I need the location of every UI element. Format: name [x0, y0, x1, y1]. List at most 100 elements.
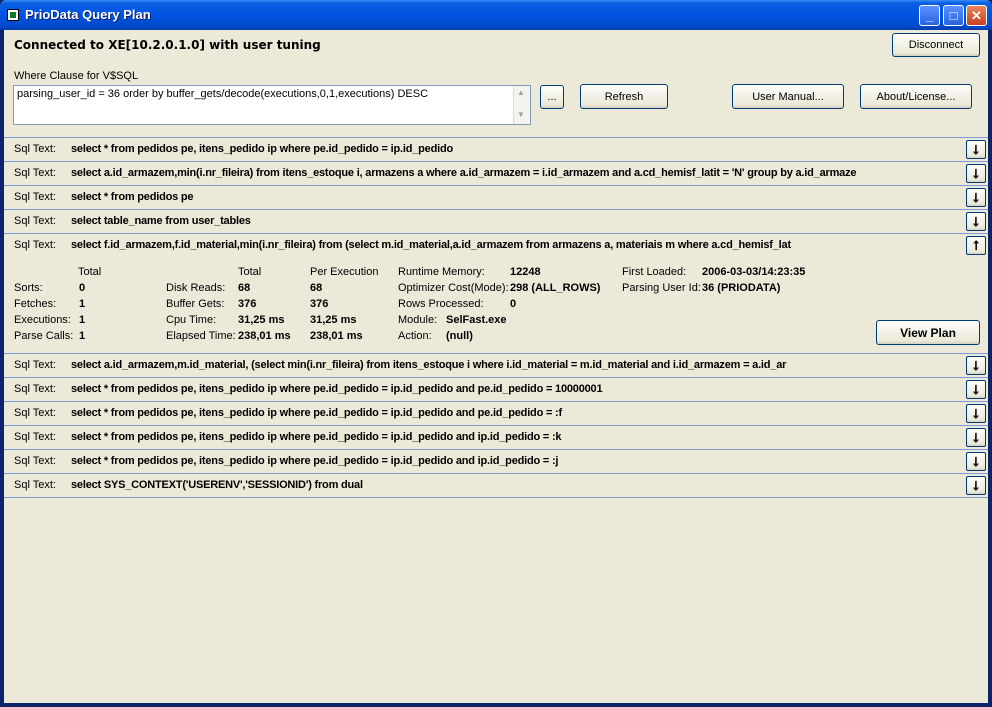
rows-processed-value: 0 [510, 298, 517, 310]
arrow-down-icon: ⭣ [972, 213, 980, 229]
sql-row[interactable]: Sql Text: select * from pedidos pe ⭣ [4, 186, 988, 210]
elapsed-time-total: 238,01 ms [238, 330, 291, 342]
arrow-down-icon: ⭣ [972, 141, 980, 157]
fetches-label: Fetches: [14, 298, 57, 310]
runtime-memory-value: 12248 [510, 266, 541, 278]
sql-text-label: Sql Text: [14, 479, 56, 491]
sql-row[interactable]: Sql Text: select table_name from user_tab… [4, 210, 988, 234]
sql-text: select a.id_armazem,min(i.nr_fileira) fr… [71, 167, 857, 179]
where-clause-input[interactable]: parsing_user_id = 36 order by buffer_get… [13, 85, 531, 125]
sql-row[interactable]: Sql Text: select * from pedidos pe, itens… [4, 450, 988, 474]
expand-button[interactable]: ⭣ [966, 140, 986, 159]
col-header-per-exec: Per Execution [310, 266, 379, 278]
where-scrollbar[interactable]: ▲ ▼ [513, 86, 530, 124]
module-label: Module: [398, 314, 438, 326]
app-icon[interactable] [7, 9, 19, 21]
sql-text-label: Sql Text: [14, 431, 56, 443]
arrow-down-icon: ⭣ [972, 453, 980, 469]
expand-button[interactable]: ⭣ [966, 380, 986, 399]
expand-button[interactable]: ⭣ [966, 356, 986, 375]
sql-row[interactable]: Sql Text: select a.id_armazem,min(i.nr_fi… [4, 162, 988, 186]
cpu-time-per-exec: 31,25 ms [310, 314, 357, 326]
rows-processed-label: Rows Processed: [398, 298, 484, 310]
expand-button[interactable]: ⭣ [966, 188, 986, 207]
scroll-down-icon[interactable]: ▼ [517, 110, 525, 119]
sql-text-label: Sql Text: [14, 143, 56, 155]
sql-text: select * from pedidos pe, itens_pedido i… [71, 383, 603, 395]
title-bar[interactable]: PrioData Query Plan _ □ ✕ [0, 0, 992, 30]
action-value: (null) [446, 330, 473, 342]
parse-calls-label: Parse Calls: [14, 330, 74, 342]
elapsed-time-label: Elapsed Time: [166, 330, 236, 342]
sql-text: select * from pedidos pe, itens_pedido i… [71, 431, 562, 443]
minimize-button[interactable]: _ [919, 5, 940, 26]
sql-text-label: Sql Text: [14, 383, 56, 395]
sql-row[interactable]: Sql Text: select * from pedidos pe, itens… [4, 426, 988, 450]
fetches-value: 1 [79, 298, 86, 310]
sql-text: select table_name from user_tables [71, 215, 251, 227]
client-area: Connected to XE[10.2.0.1.0] with user tu… [4, 30, 988, 703]
parsing-user-label: Parsing User Id: [622, 282, 701, 294]
parse-calls-value: 1 [79, 330, 86, 342]
optimizer-cost-value: 298 (ALL_ROWS) [510, 282, 601, 294]
col-header-total2: Total [238, 266, 262, 278]
expand-button[interactable]: ⭣ [966, 404, 986, 423]
arrow-down-icon: ⭣ [972, 405, 980, 421]
connection-status: Connected to XE[10.2.0.1.0] with user tu… [14, 38, 321, 52]
refresh-button[interactable]: Refresh [580, 84, 668, 109]
collapse-button[interactable]: ⭡ [966, 236, 986, 255]
sql-text-label: Sql Text: [14, 407, 56, 419]
disconnect-button[interactable]: Disconnect [892, 33, 980, 57]
where-clause-text: parsing_user_id = 36 order by buffer_get… [17, 88, 429, 100]
sql-row[interactable]: Sql Text: select SYS_CONTEXT('USERENV','S… [4, 474, 988, 498]
sql-text-label: Sql Text: [14, 359, 56, 371]
arrow-down-icon: ⭣ [972, 189, 980, 205]
close-button[interactable]: ✕ [966, 5, 987, 26]
sql-row[interactable]: Sql Text: select * from pedidos pe, itens… [4, 378, 988, 402]
expand-button[interactable]: ⭣ [966, 212, 986, 231]
buffer-gets-total: 376 [238, 298, 257, 310]
sql-text-label: Sql Text: [14, 239, 56, 251]
sql-row[interactable]: Sql Text: select f.id_armazem,f.id_materi… [4, 234, 988, 258]
app-window: PrioData Query Plan _ □ ✕ Connected to X… [0, 0, 992, 707]
first-loaded-label: First Loaded: [622, 266, 687, 278]
sql-row[interactable]: Sql Text: select a.id_armazem,m.id_materi… [4, 354, 988, 378]
sql-text-label: Sql Text: [14, 191, 56, 203]
expand-button[interactable]: ⭣ [966, 164, 986, 183]
sorts-label: Sorts: [14, 282, 43, 294]
buffer-gets-label: Buffer Gets: [166, 298, 225, 310]
sql-text-label: Sql Text: [14, 455, 56, 467]
arrow-down-icon: ⭣ [972, 477, 980, 493]
col-header-total: Total [78, 266, 102, 278]
parsing-user-value: 36 (PRIODATA) [702, 282, 781, 294]
disk-reads-total: 68 [238, 282, 251, 294]
sql-text: select * from pedidos pe, itens_pedido i… [71, 407, 562, 419]
sql-text-label: Sql Text: [14, 215, 56, 227]
expand-button[interactable]: ⭣ [966, 428, 986, 447]
sql-text: select SYS_CONTEXT('USERENV','SESSIONID'… [71, 479, 363, 491]
sql-row[interactable]: Sql Text: select * from pedidos pe, itens… [4, 402, 988, 426]
user-manual-button[interactable]: User Manual... [732, 84, 844, 109]
elapsed-time-per-exec: 238,01 ms [310, 330, 363, 342]
maximize-icon: □ [949, 8, 958, 23]
cpu-time-label: Cpu Time: [166, 314, 217, 326]
buffer-gets-per-exec: 376 [310, 298, 329, 310]
where-clause-label: Where Clause for V$SQL [14, 70, 139, 82]
scroll-up-icon[interactable]: ▲ [517, 88, 525, 97]
executions-value: 1 [79, 314, 86, 326]
view-plan-button[interactable]: View Plan [876, 320, 980, 345]
arrow-up-icon: ⭡ [972, 237, 980, 253]
about-license-button[interactable]: About/License... [860, 84, 972, 109]
sql-text: select f.id_armazem,f.id_material,min(i.… [71, 239, 791, 251]
sql-row[interactable]: Sql Text: select * from pedidos pe, itens… [4, 138, 988, 162]
expand-button[interactable]: ⭣ [966, 452, 986, 471]
maximize-button[interactable]: □ [943, 5, 964, 26]
browse-button[interactable]: ... [540, 85, 564, 109]
sql-text: select * from pedidos pe, itens_pedido i… [71, 143, 453, 155]
expand-button[interactable]: ⭣ [966, 476, 986, 495]
disk-reads-label: Disk Reads: [166, 282, 226, 294]
close-icon: ✕ [971, 7, 982, 23]
action-label: Action: [398, 330, 432, 342]
sql-text: select a.id_armazem,m.id_material, (sele… [71, 359, 787, 371]
arrow-down-icon: ⭣ [972, 357, 980, 373]
